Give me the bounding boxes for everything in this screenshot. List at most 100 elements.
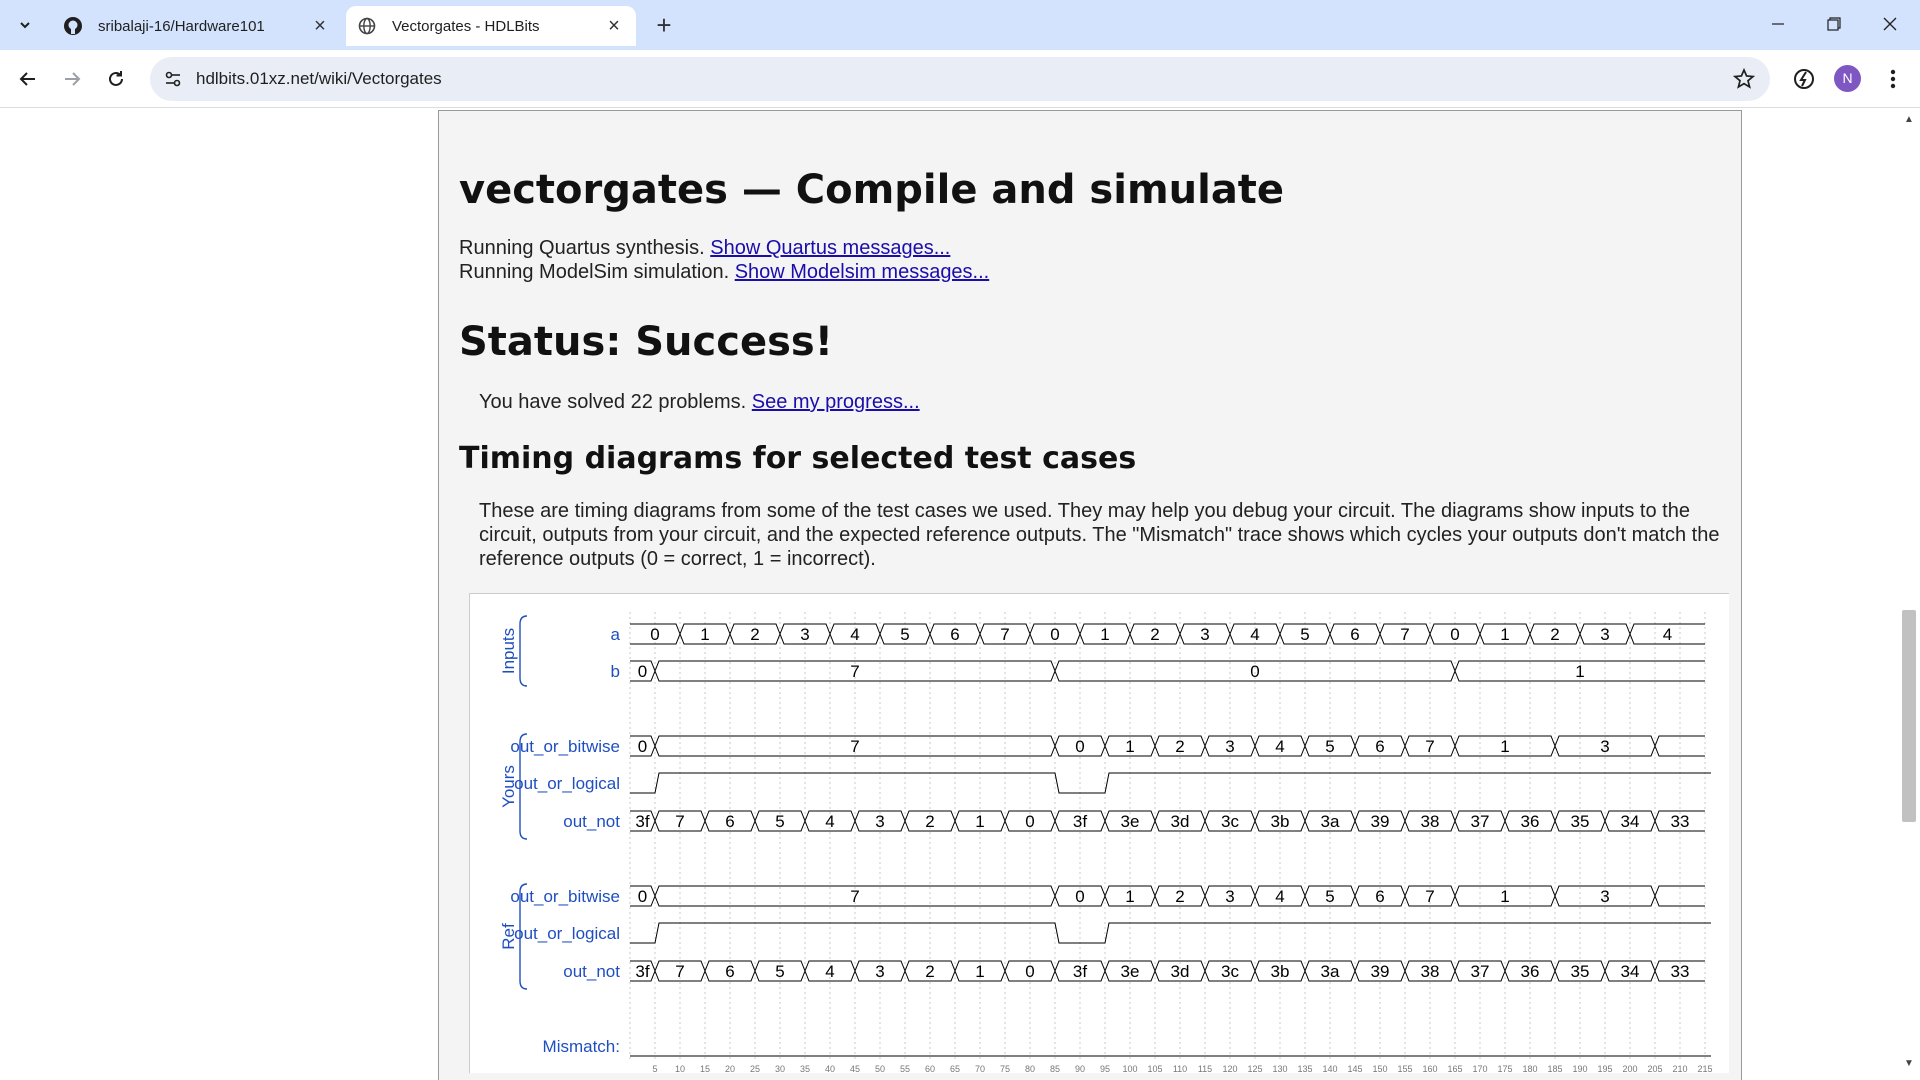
- time-tick-label: 205: [1647, 1064, 1662, 1073]
- trace-ref-out-not-value: 3c: [1221, 962, 1239, 981]
- restore-icon: [1827, 17, 1841, 31]
- scroll-up-icon[interactable]: ▲: [1904, 114, 1914, 125]
- close-window-button[interactable]: [1870, 8, 1910, 40]
- arrow-right-icon: [65, 72, 81, 86]
- trace-yours-out-not-value: 3e: [1121, 812, 1140, 831]
- time-tick-label: 15: [700, 1064, 710, 1073]
- trace-a-value: 7: [1000, 625, 1009, 644]
- time-tick-label: 170: [1472, 1064, 1487, 1073]
- new-tab-button[interactable]: +: [650, 12, 678, 40]
- see-my-progress-link[interactable]: See my progress...: [752, 391, 920, 413]
- trace-a-value: 7: [1400, 625, 1409, 644]
- tab-title: Vectorgates - HDLBits: [392, 17, 540, 35]
- trace-yours-out-not-value: 3b: [1271, 812, 1290, 831]
- browser-toolbar: hdlbits.01xz.net/wiki/Vectorgates N: [0, 50, 1920, 108]
- trace-yours-out-not-value: 3a: [1321, 812, 1340, 831]
- back-button[interactable]: [12, 63, 44, 95]
- reload-icon: [109, 71, 123, 86]
- kebab-menu-icon[interactable]: [1880, 65, 1906, 93]
- trace-b-value: 0: [1250, 662, 1259, 681]
- time-tick-label: 85: [1050, 1064, 1060, 1073]
- signal-label-ref-out-or-logical: out_or_logical: [514, 924, 620, 943]
- time-tick-label: 50: [875, 1064, 885, 1073]
- minimize-button[interactable]: [1758, 8, 1798, 40]
- time-tick-label: 135: [1297, 1064, 1312, 1073]
- trace-a-value: 5: [1300, 625, 1309, 644]
- time-tick-label: 140: [1322, 1064, 1337, 1073]
- minimize-icon: [1772, 23, 1784, 25]
- profile-avatar[interactable]: N: [1834, 65, 1861, 92]
- signal-label-yours-out-not: out_not: [563, 812, 620, 831]
- trace-yours-out-not-value: 4: [825, 812, 834, 831]
- time-tick-label: 100: [1122, 1064, 1137, 1073]
- scrollbar-thumb[interactable]: [1902, 610, 1916, 822]
- globe-icon: [356, 15, 378, 37]
- tab-github[interactable]: sribalaji-16/Hardware101 ×: [52, 6, 342, 46]
- signal-label-b: b: [611, 662, 620, 681]
- time-tick-label: 40: [825, 1064, 835, 1073]
- trace-a-value: 2: [1550, 625, 1559, 644]
- trace-ref-out-not-value: 3f: [1073, 962, 1087, 981]
- trace-ref-out-or-bitwise-value: 5: [1325, 887, 1334, 906]
- site-settings-icon[interactable]: [162, 68, 184, 90]
- time-tick-label: 155: [1397, 1064, 1412, 1073]
- show-modelsim-messages-link[interactable]: Show Modelsim messages...: [735, 261, 990, 283]
- signal-label-mismatch: Mismatch:: [543, 1037, 620, 1056]
- time-tick-label: 20: [725, 1064, 735, 1073]
- timing-description: These are timing diagrams from some of t…: [479, 500, 1720, 570]
- trace-ref-out-not-value: 33: [1671, 962, 1690, 981]
- trace-yours-out-not-value: 1: [975, 812, 984, 831]
- tab-strip: sribalaji-16/Hardware101 × Vectorgates -…: [0, 0, 1920, 50]
- trace-yours-out-not-value: 0: [1025, 812, 1034, 831]
- trace-ref-out-not-value: 1: [975, 962, 984, 981]
- time-tick-label: 105: [1147, 1064, 1162, 1073]
- trace-a-value: 6: [1350, 625, 1359, 644]
- trace-a-value: 2: [750, 625, 759, 644]
- group-inputs-label: Inputs: [499, 628, 518, 674]
- reload-button[interactable]: [100, 63, 132, 95]
- trace-yours-out-not-value: 5: [775, 812, 784, 831]
- bookmark-star-icon[interactable]: [1732, 67, 1756, 91]
- forward-button[interactable]: [56, 63, 88, 95]
- trace-ref-out-not-value: 3e: [1121, 962, 1140, 981]
- trace-ref-out-or-bitwise-value: 7: [1425, 887, 1434, 906]
- trace-a-value: 1: [1100, 625, 1109, 644]
- trace-yours-out-not-value: 39: [1371, 812, 1390, 831]
- close-tab-icon[interactable]: ×: [604, 16, 624, 36]
- trace-yours-out-or-bitwise-value: 7: [850, 737, 859, 756]
- page-scrollbar[interactable]: ▲ ▼: [1898, 108, 1920, 1080]
- github-icon: [62, 15, 84, 37]
- address-bar[interactable]: hdlbits.01xz.net/wiki/Vectorgates: [150, 57, 1770, 101]
- timing-heading: Timing diagrams for selected test cases: [459, 441, 1137, 476]
- extensions-icon[interactable]: [1790, 65, 1818, 93]
- trace-yours-out-or-bitwise-value: 4: [1275, 737, 1284, 756]
- tab-search-button[interactable]: [10, 10, 40, 40]
- trace-yours-out-not-value: 3c: [1221, 812, 1239, 831]
- trace-a-value: 2: [1150, 625, 1159, 644]
- restore-button[interactable]: [1814, 8, 1854, 40]
- scroll-down-icon[interactable]: ▼: [1904, 1058, 1914, 1069]
- tab-vectorgates[interactable]: Vectorgates - HDLBits ×: [346, 6, 636, 46]
- time-tick-label: 35: [800, 1064, 810, 1073]
- trace-yours-out-not-value: 2: [925, 812, 934, 831]
- timing-diagram: 5 10 15 20 25 30 35 40 45 50 55 60 65 70 75 80 85 90 95 100…: [469, 593, 1729, 1073]
- signal-label-yours-out-or-logical: out_or_logical: [514, 774, 620, 793]
- solved-text: You have solved 22 problems.: [479, 391, 752, 413]
- trace-ref-out-not-value: 3f: [635, 962, 649, 981]
- trace-a-value: 6: [950, 625, 959, 644]
- chevron-down-icon: [20, 22, 30, 29]
- trace-yours-out-or-bitwise-value: 0: [1075, 737, 1084, 756]
- trace-ref-out-not-value: 3: [875, 962, 884, 981]
- quartus-text: Running Quartus synthesis.: [459, 237, 711, 259]
- time-tick-label: 160: [1422, 1064, 1437, 1073]
- trace-ref-out-or-bitwise-value: 1: [1500, 887, 1509, 906]
- trace-ref-out-or-bitwise-value: 4: [1275, 887, 1284, 906]
- arrow-left-icon: [19, 72, 35, 86]
- close-tab-icon[interactable]: ×: [310, 16, 330, 36]
- trace-ref-out-not-value: 3b: [1271, 962, 1290, 981]
- show-quartus-messages-link[interactable]: Show Quartus messages...: [710, 237, 950, 259]
- trace-a-value: 0: [1450, 625, 1459, 644]
- time-tick-label: 95: [1100, 1064, 1110, 1073]
- trace-ref-out-not-value: 3a: [1321, 962, 1340, 981]
- trace-ref-out-not-value: 35: [1571, 962, 1590, 981]
